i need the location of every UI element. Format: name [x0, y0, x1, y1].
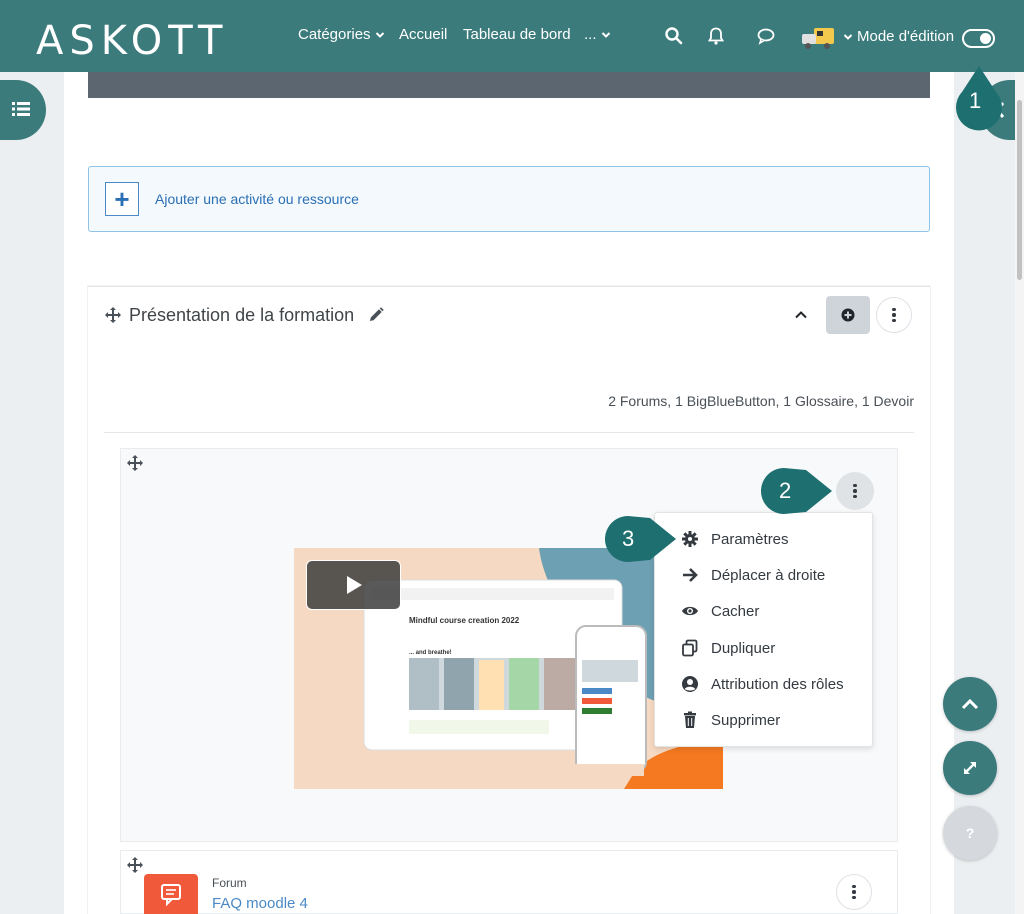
nav-categories-label: Catégories [298, 26, 371, 43]
nav-tableau-label: Tableau de bord [463, 26, 571, 43]
chevron-down-icon [601, 31, 610, 38]
add-activity-label: Ajouter une activité ou ressource [155, 191, 359, 207]
preview-heading: Mindful course creation 2022 [409, 616, 520, 625]
menu-item-label: Cacher [711, 602, 760, 620]
forum-type-label: Forum [212, 876, 247, 890]
menu-item-attribution-roles[interactable]: Attribution des rôles [655, 666, 874, 702]
menu-item-dupliquer[interactable]: Dupliquer [655, 630, 874, 666]
expand-button[interactable] [943, 741, 997, 795]
nav-accueil[interactable]: Accueil [399, 26, 447, 43]
menu-item-parametres[interactable]: Paramètres [655, 521, 874, 557]
kebab-icon [853, 483, 857, 499]
gear-icon [682, 531, 698, 547]
chevron-up-icon [961, 698, 979, 710]
chat-icon[interactable] [756, 26, 776, 46]
nav-more[interactable]: ... [584, 26, 611, 43]
activity-actions-menu-button[interactable] [836, 472, 874, 510]
avatar[interactable] [799, 22, 837, 52]
menu-item-label: Attribution des rôles [711, 675, 844, 693]
preview-subheading: ... and breathe! [409, 650, 452, 656]
chevron-down-icon [375, 31, 384, 38]
menu-item-deplacer[interactable]: Déplacer à droite [655, 557, 874, 593]
scrollbar-thumb[interactable] [1017, 100, 1022, 280]
menu-item-label: Déplacer à droite [711, 566, 826, 584]
callout-3 [605, 516, 676, 562]
edit-mode-toggle[interactable] [962, 29, 995, 48]
menu-item-label: Dupliquer [711, 639, 776, 657]
nav-tableau-de-bord[interactable]: Tableau de bord [463, 26, 571, 43]
play-icon [346, 576, 362, 594]
menu-item-supprimer[interactable]: Supprimer [655, 702, 874, 738]
bell-icon[interactable] [706, 26, 726, 46]
user-circle-icon [682, 676, 698, 692]
section-summary: 2 Forums, 1 BigBlueButton, 1 Glossaire, … [608, 393, 914, 409]
site-logo[interactable]: ASKOTT [36, 18, 228, 64]
top-navbar: ASKOTT Catégories Accueil Tableau de bor… [0, 0, 1024, 72]
forum-actions-menu-button[interactable] [836, 874, 872, 910]
divider [104, 432, 914, 433]
chevron-down-icon[interactable] [843, 32, 853, 42]
menu-item-cacher[interactable]: Cacher [655, 593, 874, 629]
pencil-icon[interactable] [368, 307, 384, 323]
nav-categories[interactable]: Catégories [298, 26, 385, 43]
forum-icon [144, 874, 198, 914]
nav-more-label: ... [584, 26, 597, 43]
play-button[interactable] [306, 560, 401, 610]
scrollbar[interactable] [1015, 72, 1024, 914]
speech-bubble-icon [161, 884, 181, 906]
trash-icon [684, 711, 696, 728]
kebab-icon [892, 307, 896, 323]
add-activity-button[interactable]: + Ajouter une activité ou ressource [88, 166, 930, 232]
move-icon[interactable] [126, 454, 144, 472]
expand-icon [964, 762, 976, 774]
toggle-knob [980, 33, 991, 44]
menu-item-label: Supprimer [711, 711, 781, 729]
scroll-top-button[interactable] [943, 677, 997, 731]
activity-actions-dropdown: Paramètres Déplacer à droite Cacher Dupl… [654, 512, 873, 747]
header-banner [88, 72, 930, 98]
menu-item-label: Paramètres [711, 530, 789, 548]
move-icon[interactable] [126, 856, 144, 874]
add-content-button[interactable] [826, 296, 870, 334]
kebab-icon [852, 884, 856, 900]
move-icon[interactable] [104, 306, 122, 324]
eye-icon [682, 606, 698, 616]
left-drawer-toggle[interactable] [0, 80, 46, 140]
edit-mode-label: Mode d'édition [857, 28, 955, 45]
list-icon [12, 102, 30, 116]
copy-icon [682, 639, 698, 657]
plus-circle-icon [841, 308, 855, 322]
section-actions-menu-button[interactable] [876, 297, 912, 333]
search-icon[interactable] [664, 26, 684, 46]
chevron-up-icon[interactable] [793, 307, 809, 323]
section-title: Présentation de la formation [129, 305, 355, 325]
callout-3-number: 3 [622, 526, 635, 551]
callout-2 [761, 468, 832, 514]
arrow-right-icon [683, 568, 698, 582]
callout-1-number: 1 [969, 88, 982, 113]
nav-accueil-label: Accueil [399, 26, 448, 43]
question-icon: ? [965, 825, 975, 841]
help-button[interactable]: ? [943, 806, 997, 860]
forum-link[interactable]: FAQ moodle 4 [212, 895, 308, 912]
callout-2-number: 2 [779, 478, 792, 503]
plus-icon: + [105, 182, 139, 216]
